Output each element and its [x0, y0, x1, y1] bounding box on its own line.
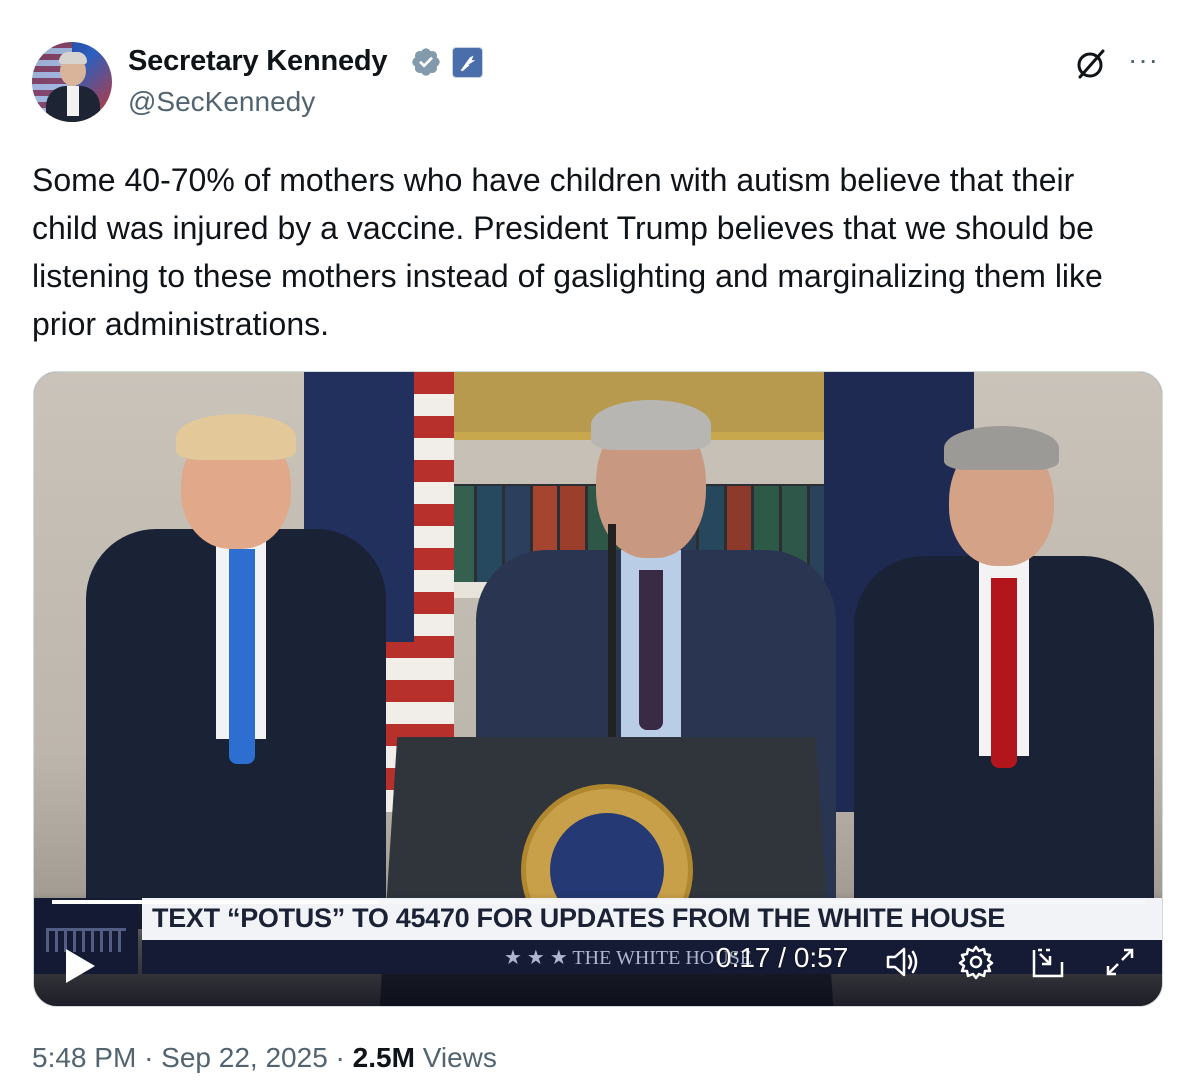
grok-icon[interactable]: [1072, 46, 1108, 82]
video-time: 0:17 / 0:57: [716, 942, 849, 973]
hhs-affiliation-badge-icon[interactable]: [452, 47, 483, 78]
author-display-name[interactable]: Secretary Kennedy: [128, 45, 388, 78]
video-progress-fill: [52, 900, 378, 904]
lower-third-sub-text: ★ ★ ★ THE WHITE HOUSE: [504, 947, 753, 969]
views-label: Views: [422, 1042, 497, 1073]
separator-dot: ·: [144, 1042, 162, 1073]
volume-icon[interactable]: [882, 942, 922, 982]
views-count: 2.5M: [352, 1042, 415, 1073]
verified-badge-icon: [412, 48, 440, 76]
fullscreen-icon[interactable]: [1100, 942, 1140, 982]
tweet-text: Some 40-70% of mothers who have children…: [32, 162, 1103, 342]
video-frame-microphone: [608, 524, 616, 739]
author-handle[interactable]: @SecKennedy: [128, 86, 315, 118]
tweet-date[interactable]: Sep 22, 2025: [161, 1042, 328, 1073]
play-icon[interactable]: [62, 946, 98, 986]
tweet-metadata: 5:48 PM · Sep 22, 2025 · 2.5M Views: [32, 1042, 497, 1074]
video-player[interactable]: TEXT “POTUS” TO 45470 FOR UPDATES FROM T…: [33, 371, 1163, 1007]
avatar-shirt: [67, 86, 79, 116]
picture-in-picture-icon[interactable]: [1028, 942, 1068, 982]
avatar-hair: [59, 52, 87, 64]
more-options-icon[interactable]: ···: [1128, 44, 1159, 76]
tweet-card: Secretary Kennedy @SecKennedy ··· Some 4…: [0, 0, 1198, 1088]
separator-dot: ·: [335, 1042, 353, 1073]
hhs-eagle-icon: [460, 55, 475, 72]
author-avatar[interactable]: [32, 42, 112, 122]
tweet-time[interactable]: 5:48 PM: [32, 1042, 136, 1073]
settings-icon[interactable]: [956, 942, 996, 982]
video-progress-bar[interactable]: [52, 900, 1146, 904]
lower-third-text: TEXT “POTUS” TO 45470 FOR UPDATES FROM T…: [152, 903, 1005, 933]
